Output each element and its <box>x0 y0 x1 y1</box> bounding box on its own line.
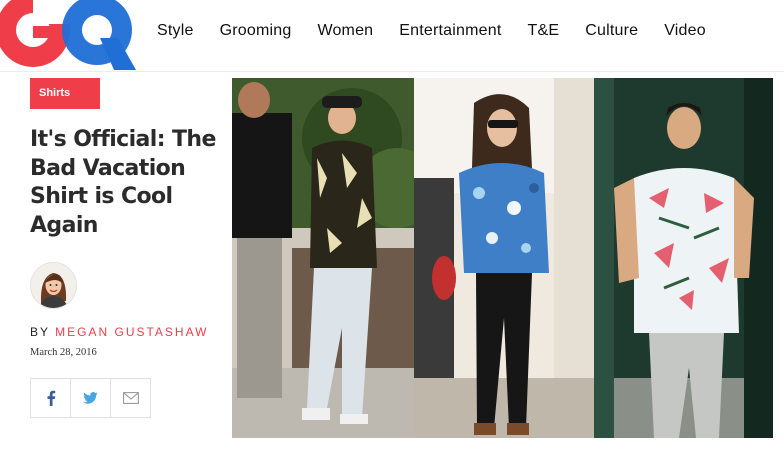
share-bar <box>30 378 151 418</box>
byline-prefix: BY <box>30 325 50 339</box>
nav-item-travel-entertaining[interactable]: T&E <box>528 22 560 40</box>
nav-item-style[interactable]: Style <box>157 22 194 40</box>
publish-date: March 28, 2016 <box>30 347 97 358</box>
author-avatar[interactable] <box>30 262 77 309</box>
main-nav: Style Grooming Women Entertainment T&E C… <box>157 22 706 40</box>
share-facebook-button[interactable] <box>30 378 71 418</box>
nav-item-culture[interactable]: Culture <box>585 22 638 40</box>
twitter-icon <box>83 392 98 404</box>
byline: BY MEGAN GUSTASHAW <box>30 325 208 339</box>
hero-image[interactable] <box>232 78 773 438</box>
nav-item-video[interactable]: Video <box>664 22 706 40</box>
site-header: Style Grooming Women Entertainment T&E C… <box>0 0 784 72</box>
hero-photo-left <box>232 78 414 438</box>
hero-photo-center <box>414 78 594 438</box>
share-email-button[interactable] <box>110 378 151 418</box>
nav-item-entertainment[interactable]: Entertainment <box>399 22 501 40</box>
nav-item-grooming[interactable]: Grooming <box>220 22 292 40</box>
hero-photo-right <box>594 78 773 438</box>
facebook-icon <box>47 390 55 406</box>
article-title: It's Official: The Bad Vacation Shirt is… <box>30 127 216 238</box>
author-portrait-icon <box>31 263 76 308</box>
gq-logo[interactable] <box>0 0 136 70</box>
share-twitter-button[interactable] <box>70 378 111 418</box>
nav-item-women[interactable]: Women <box>317 22 373 40</box>
category-tag[interactable]: Shirts <box>30 78 100 109</box>
author-link[interactable]: MEGAN GUSTASHAW <box>55 325 208 339</box>
email-icon <box>122 392 139 404</box>
